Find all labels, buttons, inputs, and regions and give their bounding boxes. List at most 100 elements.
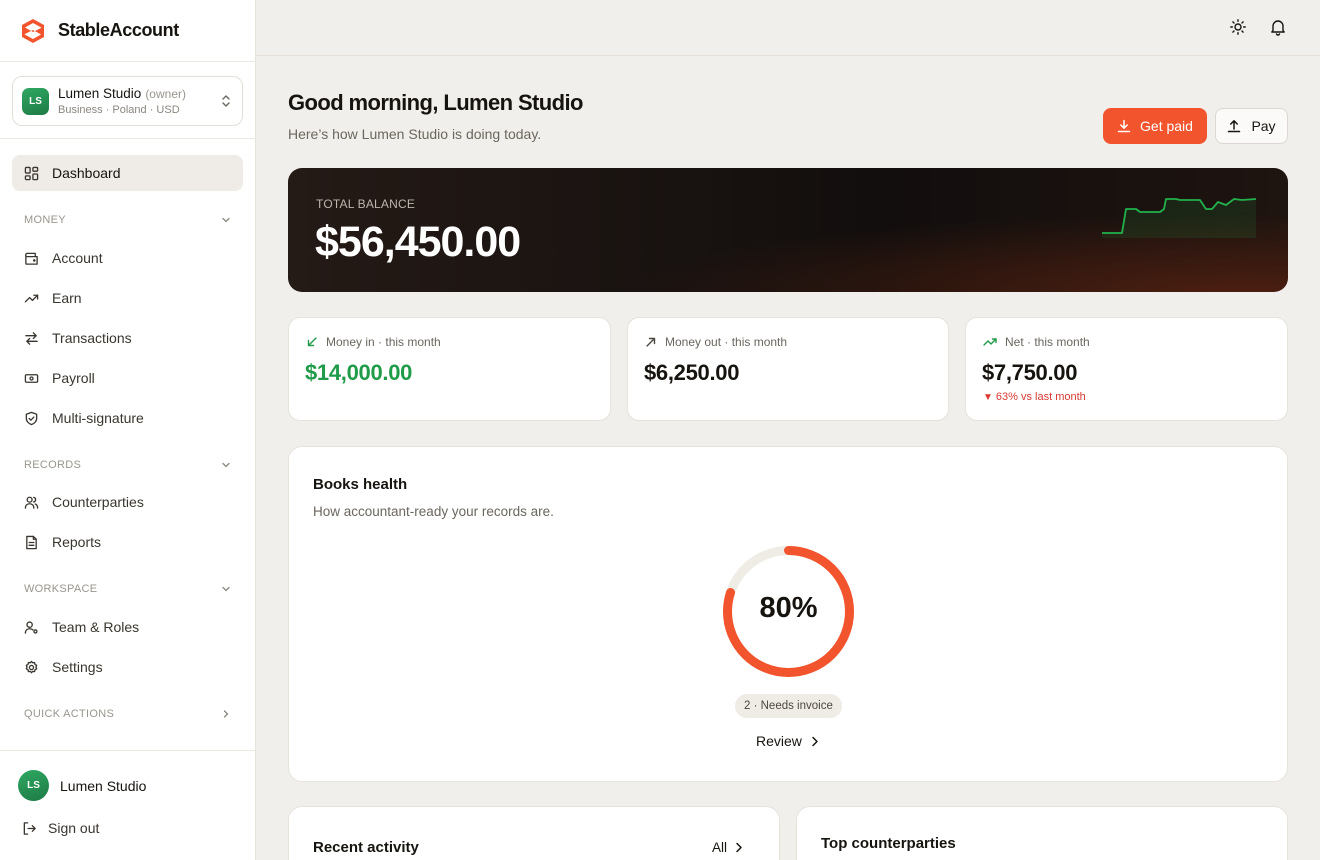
sidebar-item-label: Counterparties — [52, 494, 144, 510]
section-label: QUICK ACTIONS — [24, 708, 115, 720]
net-label-row: Net · this month — [983, 335, 1090, 349]
chevron-up-down-icon — [222, 95, 230, 107]
user-profile[interactable]: LS Lumen Studio — [18, 770, 146, 801]
chevron-down-icon — [222, 462, 230, 468]
sidebar-item-account[interactable]: Account — [12, 240, 243, 276]
sidebar-item-dashboard[interactable]: Dashboard — [12, 155, 243, 191]
sidebar-item-multisig[interactable]: Multi-signature — [12, 400, 243, 436]
money-out-card: Money out · this month $6,250.00 — [627, 317, 949, 421]
triangle-down-icon: ▼ — [983, 391, 993, 403]
chevron-right-icon — [812, 736, 818, 746]
books-health-card: Books health How accountant-ready your r… — [288, 446, 1288, 782]
chevron-down-icon — [222, 217, 230, 223]
upload-icon — [1228, 120, 1241, 133]
user-avatar: LS — [18, 770, 49, 801]
section-quick-actions[interactable]: QUICK ACTIONS — [24, 708, 231, 720]
sidebar-item-label: Multi-signature — [52, 410, 144, 426]
net-card: Net · this month $7,750.00 ▼ 63% vs last… — [965, 317, 1288, 421]
sidebar-item-reports[interactable]: Reports — [12, 524, 243, 560]
page-subtitle: Here’s how Lumen Studio is doing today. — [288, 126, 542, 142]
account-role: (owner) — [145, 87, 186, 102]
sidebar-item-label: Payroll — [52, 370, 95, 386]
brand-name: StableAccount — [58, 20, 179, 40]
section-label: MONEY — [24, 214, 66, 226]
section-records[interactable]: RECORDS — [24, 459, 231, 471]
net-trend-text: 63% vs last month — [995, 391, 1086, 403]
sidebar-item-label: Earn — [52, 290, 82, 306]
sidebar-item-earn[interactable]: Earn — [12, 280, 243, 316]
trending-up-icon — [24, 294, 39, 302]
recent-activity-title: Recent activity — [313, 839, 419, 856]
arrows-left-right-icon — [25, 331, 38, 345]
net-trend: ▼ 63% vs last month — [983, 391, 1086, 403]
chevron-right-icon — [223, 710, 229, 718]
sidebar-footer-divider — [0, 750, 255, 751]
balance-sparkline — [1102, 198, 1257, 238]
total-balance-card: TOTAL BALANCE $56,450.00 — [288, 168, 1288, 292]
chevron-right-icon — [736, 842, 742, 853]
file-text-icon — [26, 535, 37, 549]
sun-icon[interactable] — [1229, 18, 1247, 36]
log-out-icon — [23, 821, 36, 835]
sidebar-item-payroll[interactable]: Payroll — [12, 360, 243, 396]
chevron-down-icon — [222, 586, 230, 592]
section-label: WORKSPACE — [24, 583, 98, 595]
gear-icon — [25, 660, 38, 673]
net-value: $7,750.00 — [982, 360, 1078, 385]
all-label: All — [711, 840, 727, 855]
review-button[interactable]: Review — [756, 733, 819, 749]
money-in-label: Money in · this month — [326, 335, 441, 349]
topbar — [256, 0, 1320, 56]
money-in-label-row: Money in · this month — [306, 335, 441, 349]
books-health-title: Books health — [313, 476, 408, 493]
sidebar-item-label: Team & Roles — [52, 619, 140, 635]
books-health-subtitle: How accountant-ready your records are. — [313, 504, 554, 519]
sign-out-button[interactable]: Sign out — [22, 820, 99, 836]
sidebar-item-label: Transactions — [52, 330, 132, 346]
money-out-value: $6,250.00 — [644, 360, 740, 385]
wallet-icon — [25, 252, 38, 265]
sidebar-item-settings[interactable]: Settings — [12, 649, 243, 685]
get-paid-label: Get paid — [1140, 118, 1193, 134]
arrow-up-right-icon — [646, 337, 656, 347]
needs-invoice-badge: 2 · Needs invoice — [735, 694, 842, 718]
sidebar-item-transactions[interactable]: Transactions — [12, 320, 243, 356]
pay-label: Pay — [1251, 118, 1276, 134]
user-cog-icon — [24, 620, 38, 634]
review-label: Review — [756, 733, 802, 749]
shield-check-icon — [25, 411, 38, 425]
sidebar-item-team[interactable]: Team & Roles — [12, 609, 243, 645]
books-health-percent: 80% — [759, 592, 818, 624]
download-icon — [1117, 119, 1131, 133]
page-title: Good morning, Lumen Studio — [288, 90, 583, 115]
account-avatar: LS — [22, 87, 49, 115]
section-money[interactable]: MONEY — [24, 214, 231, 226]
brand[interactable]: StableAccount — [0, 0, 255, 62]
bell-icon[interactable] — [1269, 18, 1287, 36]
net-label: Net · this month — [1005, 335, 1090, 349]
balance-value: $56,450.00 — [315, 218, 521, 266]
top-counterparties-card: Top counterparties — [796, 806, 1288, 860]
top-counterparties-title: Top counterparties — [821, 835, 956, 852]
user-name: Lumen Studio — [60, 777, 147, 794]
pay-button[interactable]: Pay — [1215, 108, 1288, 144]
sidebar-item-label: Dashboard — [52, 165, 121, 181]
banknote-icon — [24, 373, 39, 383]
money-in-card: Money in · this month $14,000.00 — [288, 317, 611, 421]
get-paid-button[interactable]: Get paid — [1103, 108, 1207, 144]
sign-out-label: Sign out — [48, 820, 100, 836]
sidebar: StableAccount LS Lumen Studio (owner) Bus… — [0, 0, 256, 860]
account-name: Lumen Studio — [58, 86, 142, 102]
section-workspace[interactable]: WORKSPACE — [24, 583, 231, 595]
money-out-label: Money out · this month — [665, 335, 788, 349]
brand-logo-icon — [22, 18, 44, 43]
sidebar-item-label: Reports — [52, 534, 102, 550]
section-label: RECORDS — [24, 459, 82, 471]
balance-label: TOTAL BALANCE — [316, 197, 416, 211]
sidebar-item-counterparties[interactable]: Counterparties — [12, 484, 243, 520]
view-all-activity-link[interactable]: All — [712, 840, 743, 855]
account-switcher[interactable]: LS Lumen Studio (owner) Business · Poland… — [12, 76, 243, 126]
sidebar-item-label: Settings — [52, 659, 103, 675]
users-icon — [24, 496, 39, 509]
recent-activity-card: Recent activity All — [288, 806, 780, 860]
